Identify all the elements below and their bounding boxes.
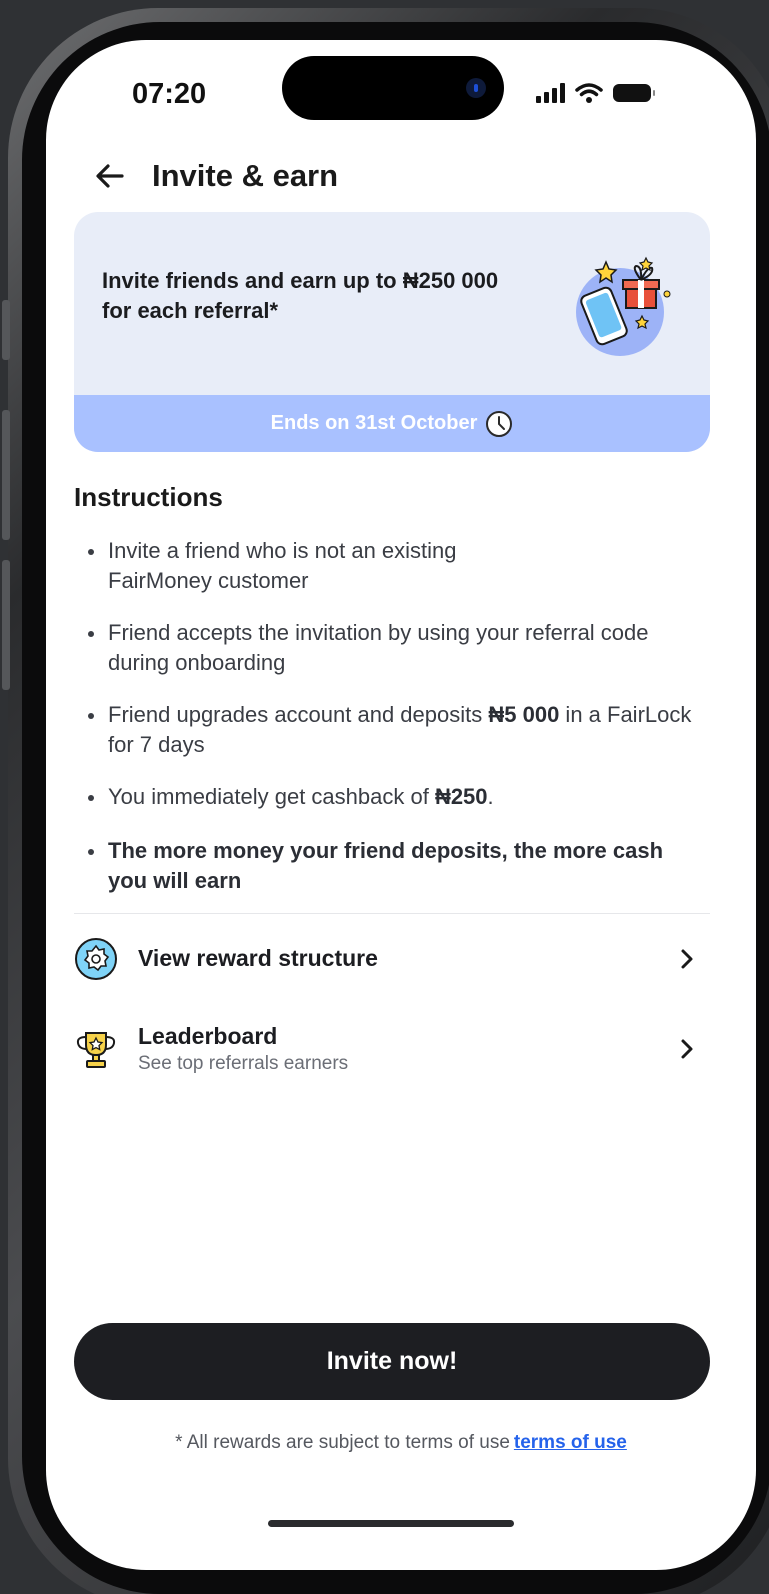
wifi-icon [575,83,603,103]
promo-card: Invite friends and earn up to ₦250 000 f… [74,212,710,452]
chevron-right-icon [681,1039,693,1059]
divider [74,913,710,914]
camera-dot [466,78,486,98]
clock-icon [486,410,513,437]
instruction-item: Invite a friend who is not an existing F… [86,536,526,596]
amount-highlight: ₦250 [434,784,488,809]
page-title: Invite & earn [152,158,339,193]
back-arrow-icon[interactable] [92,158,128,194]
chevron-right-icon [681,949,693,969]
volume-down-button [2,560,10,690]
terms-text: * All rewards are subject to terms of us… [175,1432,510,1453]
invite-now-button[interactable]: Invite now! [74,1323,710,1400]
row-title: View reward structure [138,945,378,971]
home-indicator[interactable] [268,1520,514,1527]
promo-text: Invite friends and earn up to ₦250 000 f… [102,268,499,323]
amount-highlight: ₦5 000 [488,702,560,727]
signal-icon [536,83,565,103]
instruction-item: Friend upgrades account and deposits ₦5 … [86,700,706,760]
status-icons [536,82,655,104]
instruction-item: You immediately get cashback of ₦250. [86,782,706,812]
instruction-item: The more money your friend deposits, the… [86,836,706,896]
instruction-item: Friend accepts the invitation by using y… [86,618,706,678]
trophy-icon [76,1032,116,1068]
volume-up-button [2,410,10,540]
gear-badge-icon [75,938,117,980]
dynamic-island [282,56,504,120]
status-time: 07:20 [132,78,207,110]
app-screen: 07:20 Invite & earn Invite friends and e… [46,40,756,1570]
reward-structure-row[interactable]: View reward structure [74,925,710,995]
row-subtitle: See top referrals earners [138,1053,349,1074]
phone-gift-illustration [576,256,671,356]
terms-note: * All rewards are subject to terms of us… [46,1432,756,1454]
terms-link[interactable]: terms of use [514,1432,627,1453]
side-button [2,300,10,360]
promo-end-date: Ends on 31st October [270,412,478,434]
battery-icon [613,84,655,102]
promo-footer: Ends on 31st October [74,395,710,452]
instructions-list: Invite a friend who is not an existing F… [86,536,706,896]
leaderboard-row[interactable]: Leaderboard See top referrals earners [74,1015,710,1085]
row-title: Leaderboard [138,1023,278,1049]
instructions-title: Instructions [74,482,223,512]
